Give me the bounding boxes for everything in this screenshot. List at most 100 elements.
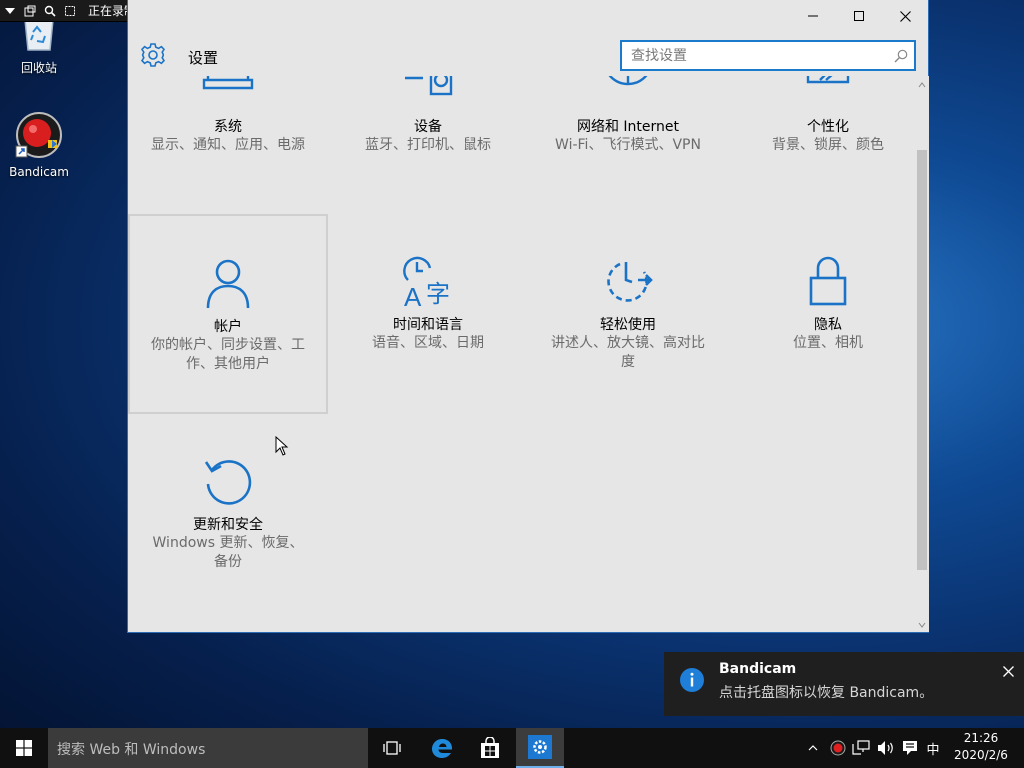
tile-title: 隐私 — [814, 317, 842, 333]
tile-description: 蓝牙、打印机、鼠标 — [365, 137, 491, 153]
tray-ime-indicator[interactable]: 中 — [922, 728, 944, 768]
tile-description: 你的帐户、同步设置、工作、其他用户 — [151, 337, 305, 372]
mouse-cursor-icon — [275, 436, 289, 456]
settings-window: 设置 系统 显示、通知、应用、电源 设备 蓝牙、打印机、鼠标 — [127, 0, 929, 633]
speaker-icon — [878, 741, 893, 755]
tile-title: 轻松使用 — [600, 317, 656, 333]
recycle-bin-icon — [1, 18, 77, 55]
svg-text:A: A — [404, 282, 422, 310]
tile-system[interactable]: 系统 显示、通知、应用、电源 — [128, 76, 328, 176]
task-view-icon — [383, 741, 401, 755]
tile-title: 帐户 — [214, 319, 242, 335]
search-icon[interactable] — [894, 48, 908, 67]
tile-privacy[interactable]: 隐私 位置、相机 — [728, 214, 916, 414]
taskbar-edge[interactable] — [418, 728, 466, 768]
tile-description: 背景、锁屏、颜色 — [772, 137, 884, 153]
taskbar: 搜索 Web 和 Windows 中 21:26 2020/2/6 — [0, 728, 1024, 768]
desktop-icon-label: 回收站 — [20, 61, 57, 75]
windows-logo-icon — [16, 740, 32, 756]
tray-volume[interactable] — [875, 728, 897, 768]
update-icon — [128, 456, 328, 508]
edge-icon — [432, 739, 453, 758]
close-button[interactable] — [882, 0, 928, 32]
notification-toast[interactable]: Bandicam 点击托盘图标以恢复 Bandicam。 — [664, 652, 1024, 716]
taskbar-store[interactable] — [466, 728, 514, 768]
window-mode-icon — [24, 5, 36, 16]
taskbar-settings[interactable] — [516, 728, 564, 768]
taskbar-clock[interactable]: 21:26 2020/2/6 — [944, 730, 1018, 764]
action-center-icon — [903, 741, 917, 755]
paint-icon — [728, 76, 916, 94]
close-icon — [899, 10, 911, 22]
lock-icon — [728, 256, 916, 306]
globe-icon — [528, 76, 728, 94]
page-title: 设置 — [188, 49, 219, 67]
start-button[interactable] — [0, 728, 48, 768]
taskbar-search-box[interactable]: 搜索 Web 和 Windows — [48, 728, 368, 768]
minimize-button[interactable] — [790, 0, 836, 32]
search-input[interactable] — [622, 42, 872, 69]
tile-description: Wi-Fi、飞行模式、VPN — [555, 137, 701, 153]
tile-personalization[interactable]: 个性化 背景、锁屏、颜色 — [728, 76, 916, 176]
devices-icon — [328, 76, 528, 96]
network-icon — [852, 740, 870, 755]
minimize-icon — [808, 15, 818, 17]
tile-title: 个性化 — [807, 119, 849, 135]
settings-search-box[interactable] — [620, 40, 916, 71]
task-view-button[interactable] — [368, 728, 416, 768]
scroll-up-icon[interactable] — [918, 82, 926, 88]
gear-icon — [140, 42, 166, 72]
notification-title: Bandicam — [719, 661, 797, 677]
clock-date: 2020/2/6 — [954, 748, 1008, 762]
settings-gear-icon — [528, 735, 552, 759]
tile-title: 网络和 Internet — [576, 119, 680, 135]
tile-devices[interactable]: 设备 蓝牙、打印机、鼠标 — [328, 76, 528, 176]
laptop-icon — [128, 76, 328, 94]
tile-title: 系统 — [214, 119, 242, 135]
menu-dropdown-button[interactable] — [0, 0, 20, 22]
tile-description: 讲述人、放大镜、高对比度 — [551, 335, 705, 370]
person-icon — [128, 258, 328, 310]
desktop-icon-label: Bandicam — [9, 165, 69, 179]
scrollbar-thumb[interactable] — [917, 150, 927, 570]
maximize-icon — [854, 11, 864, 21]
region-button[interactable] — [60, 0, 80, 22]
tile-description: 语音、区域、日期 — [372, 335, 484, 351]
tray-action-center[interactable] — [899, 728, 921, 768]
notification-close-button[interactable] — [1003, 662, 1014, 681]
tile-title: 更新和安全 — [193, 517, 263, 533]
magnifier-icon — [44, 5, 56, 17]
window-controls — [790, 0, 928, 32]
window-mode-button[interactable] — [20, 0, 40, 22]
show-hidden-icons-button[interactable] — [804, 728, 822, 768]
zoom-button[interactable] — [40, 0, 60, 22]
settings-category-grid: 系统 显示、通知、应用、电源 设备 蓝牙、打印机、鼠标 网络和 Internet… — [128, 76, 916, 632]
settings-header: 设置 — [128, 38, 928, 74]
desktop-icon-bandicam[interactable]: Bandicam — [1, 112, 77, 179]
maximize-button[interactable] — [836, 0, 882, 32]
tray-network[interactable] — [850, 728, 872, 768]
desktop-icon-recycle-bin[interactable]: 回收站 — [1, 18, 77, 76]
region-select-icon — [65, 5, 75, 16]
record-icon — [830, 740, 846, 756]
tile-network[interactable]: 网络和 Internet Wi-Fi、飞行模式、VPN — [528, 76, 728, 176]
tile-time-language[interactable]: A 字 时间和语言 语音、区域、日期 — [328, 214, 528, 414]
tile-ease-of-access[interactable]: 轻松使用 讲述人、放大镜、高对比度 — [528, 214, 728, 414]
info-icon — [680, 668, 704, 696]
bandicam-icon — [1, 112, 77, 161]
ease-of-access-icon — [528, 258, 728, 304]
tray-bandicam[interactable] — [828, 728, 848, 768]
tile-description: 位置、相机 — [793, 335, 863, 351]
tile-title: 设备 — [414, 119, 442, 135]
svg-text:字: 字 — [426, 280, 450, 308]
scroll-down-icon[interactable] — [918, 622, 926, 628]
notification-message: 点击托盘图标以恢复 Bandicam。 — [719, 685, 934, 701]
tile-update-security[interactable]: 更新和安全 Windows 更新、恢复、备份 — [128, 414, 328, 614]
store-icon — [481, 737, 499, 758]
time-language-icon: A 字 — [328, 256, 528, 310]
chevron-down-icon — [5, 7, 15, 14]
vertical-scrollbar[interactable] — [915, 76, 929, 632]
tile-accounts[interactable]: 帐户 你的帐户、同步设置、工作、其他用户 — [128, 214, 328, 414]
tile-description: Windows 更新、恢复、备份 — [152, 535, 304, 570]
chevron-up-icon — [808, 745, 818, 751]
